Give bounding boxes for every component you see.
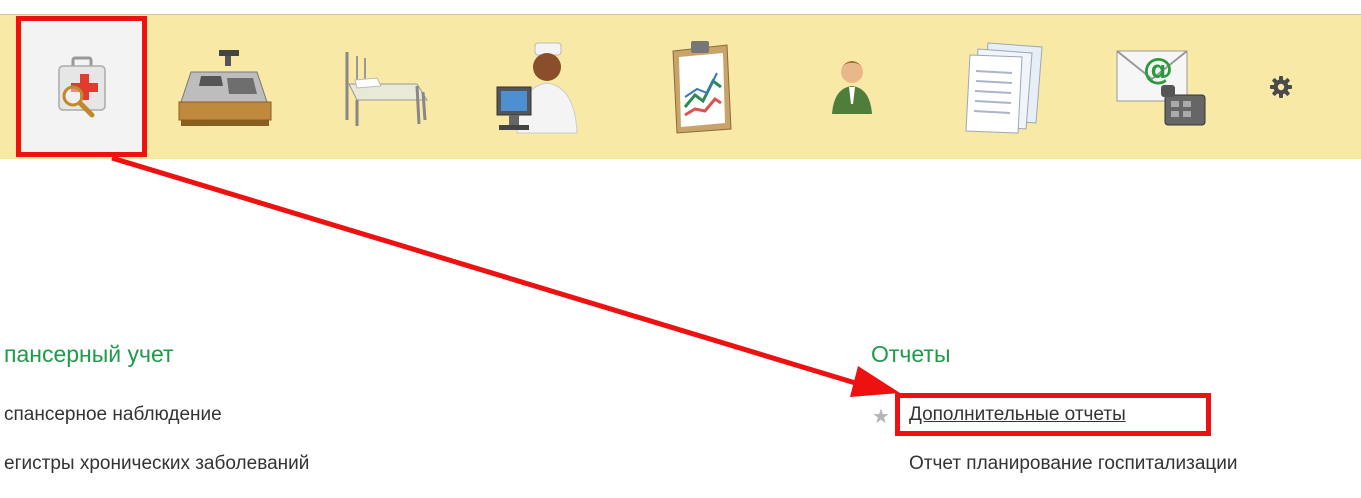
cash-register-icon bbox=[178, 50, 272, 126]
toolbar-button-clipboard[interactable] bbox=[640, 21, 760, 153]
section-title-dispensary: пансерный учет bbox=[4, 341, 174, 367]
toolbar-button-person[interactable] bbox=[792, 21, 912, 153]
link-additional-reports[interactable]: Дополнительные отчеты bbox=[909, 404, 1126, 426]
clipboard-chart-icon bbox=[672, 41, 732, 134]
hospital-bed-icon bbox=[345, 52, 428, 126]
toolbar-button-nurse[interactable] bbox=[478, 21, 598, 153]
toolbar-button-medical[interactable] bbox=[22, 21, 142, 153]
toolbar-button-email-phone[interactable]: @ bbox=[1100, 21, 1220, 153]
nurse-computer-icon bbox=[496, 42, 578, 134]
person-icon bbox=[832, 61, 872, 114]
email-phone-icon: @ bbox=[1116, 50, 1206, 126]
favorite-star-icon[interactable]: ★ bbox=[872, 404, 890, 429]
link-chronic-registers[interactable]: егистры хронических заболеваний bbox=[4, 453, 309, 475]
link-hospitalization-planning-report[interactable]: Отчет планирование госпитализации bbox=[909, 453, 1238, 475]
toolbar-button-documents[interactable] bbox=[946, 21, 1066, 153]
gear-icon bbox=[1270, 76, 1292, 98]
toolbar-button-cash-register[interactable] bbox=[166, 21, 286, 153]
toolbar-button-settings[interactable] bbox=[1236, 21, 1326, 153]
section-title-reports: Отчеты bbox=[871, 341, 951, 367]
toolbar-button-hospital-bed[interactable] bbox=[322, 21, 442, 153]
top-border bbox=[0, 0, 1361, 14]
link-dispensary-observation[interactable]: спансерное наблюдение bbox=[4, 404, 222, 426]
section-toolbar: @ bbox=[0, 14, 1361, 159]
svg-text:@: @ bbox=[1143, 52, 1173, 87]
medical-kit-icon bbox=[58, 56, 106, 118]
documents-icon bbox=[965, 42, 1043, 134]
